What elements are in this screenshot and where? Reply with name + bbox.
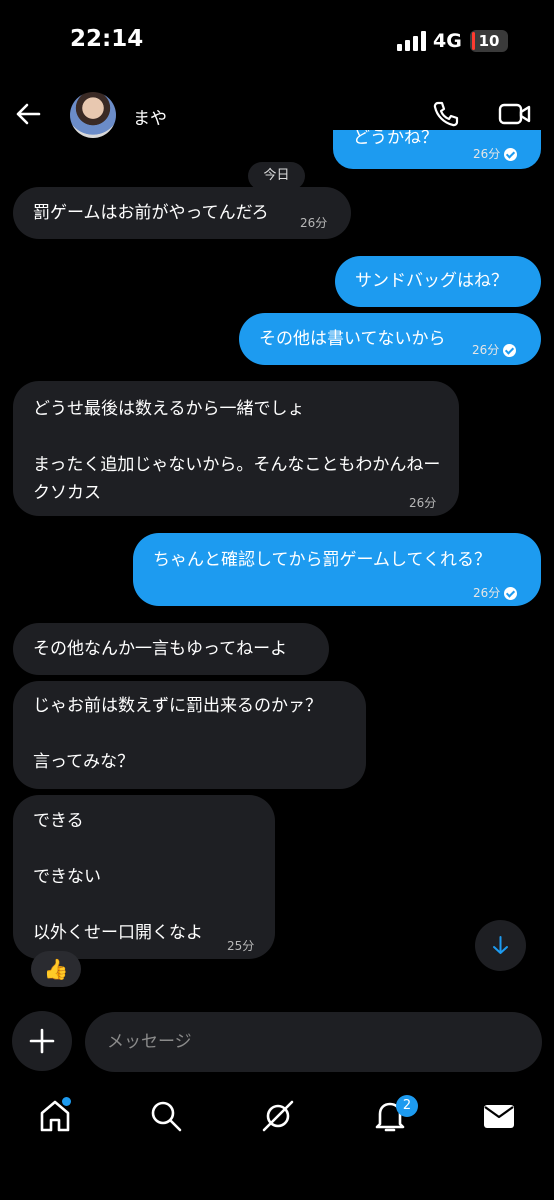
read-check-icon xyxy=(504,147,518,161)
message-meta: 26分 xyxy=(473,140,518,168)
message-text: できる できない 以外くせー口開くなよ xyxy=(33,811,203,943)
plus-icon xyxy=(29,1028,55,1054)
notification-badge: 2 xyxy=(396,1095,418,1117)
message-meta: 26分 xyxy=(409,489,436,517)
network-label: 4G xyxy=(433,30,462,52)
message-time: 25分 xyxy=(227,939,255,953)
message-bubble[interactable]: どうせ最後は数えるから一緒でしょ まったく追加じゃないから。そんなこともわかんね… xyxy=(13,381,459,516)
message-bubble[interactable]: できる できない 以外くせー口開くなよ 25分 xyxy=(13,795,275,959)
message-meta: 26分 xyxy=(300,209,327,237)
battery-level: 10 xyxy=(478,32,500,50)
message-text: じゃお前は数えずに罰出来るのかァ？ 言ってみな？ xyxy=(33,696,322,772)
read-check-icon xyxy=(504,586,518,600)
message-time: 26分 xyxy=(473,586,501,600)
message-input[interactable] xyxy=(85,1012,542,1072)
message-bubble[interactable]: その他は書いてないから 26分 xyxy=(239,313,541,365)
search-icon[interactable] xyxy=(148,1098,184,1134)
phone-icon[interactable] xyxy=(432,100,460,128)
message-meta: 26分 xyxy=(472,336,517,364)
message-time: 26分 xyxy=(472,343,500,357)
messages-icon[interactable] xyxy=(481,1098,517,1134)
date-separator: 今日 xyxy=(248,162,305,190)
message-text: ちゃんと確認してから罰ゲームしてくれる？ xyxy=(153,550,491,570)
message-bubble[interactable]: どうかね？ 26分 xyxy=(333,130,541,169)
message-text: 罰ゲームはお前がやってんだろ xyxy=(33,203,269,223)
home-unread-dot xyxy=(62,1097,71,1106)
message-text: その他は書いてないから xyxy=(259,329,446,349)
message-bubble[interactable]: その他なんか一言もゆってねーよ xyxy=(13,623,329,675)
message-text: その他なんか一言もゆってねーよ xyxy=(33,639,288,659)
scroll-to-bottom-button[interactable] xyxy=(475,920,526,971)
message-text: どうせ最後は数えるから一緒でしょ まったく追加じゃないから。そんなこともわかんね… xyxy=(33,399,441,503)
message-bubble[interactable]: 罰ゲームはお前がやってんだろ 26分 xyxy=(13,187,351,239)
battery-icon: 10 xyxy=(470,30,508,52)
message-meta: 25分 xyxy=(227,932,254,960)
message-text: どうかね？ xyxy=(353,130,438,148)
thumbs-up-reaction[interactable]: 👍 xyxy=(31,951,81,987)
status-time: 22:14 xyxy=(70,26,144,52)
message-meta: 26分 xyxy=(473,579,518,607)
message-text: サンドバッグはね？ xyxy=(355,271,508,291)
message-time: 26分 xyxy=(473,147,501,161)
back-arrow-icon[interactable] xyxy=(14,100,42,128)
message-time: 26分 xyxy=(300,216,328,230)
status-bar: 22:14 4G 10 xyxy=(0,0,554,80)
message-bubble[interactable]: ちゃんと確認してから罰ゲームしてくれる？ 26分 xyxy=(133,533,541,606)
message-bubble[interactable]: じゃお前は数えずに罰出来るのかァ？ 言ってみな？ xyxy=(13,681,366,789)
video-call-icon[interactable] xyxy=(498,100,532,128)
add-attachment-button[interactable] xyxy=(12,1011,72,1071)
avatar[interactable] xyxy=(70,92,116,138)
chat-title[interactable]: まや xyxy=(133,104,167,129)
message-bubble[interactable]: サンドバッグはね？ xyxy=(335,256,541,307)
message-time: 26分 xyxy=(409,496,437,510)
read-check-icon xyxy=(503,343,517,357)
grok-icon[interactable] xyxy=(260,1098,296,1134)
signal-icon xyxy=(397,31,426,51)
arrow-down-icon xyxy=(493,936,508,954)
